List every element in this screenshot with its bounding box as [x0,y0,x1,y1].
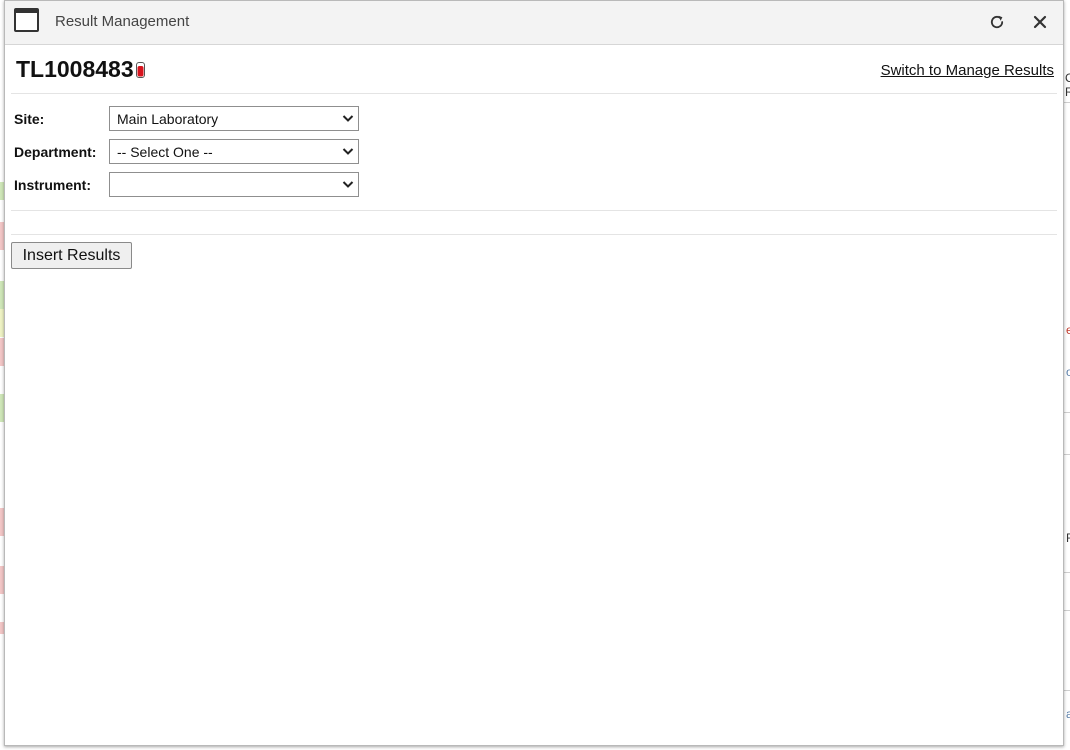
bg-text-fragment: o [1066,365,1070,379]
close-icon [1033,15,1047,29]
actions-divider [11,234,1057,235]
refresh-button[interactable] [986,11,1008,33]
chevron-down-icon [342,148,354,155]
site-select-value: Main Laboratory [117,111,219,127]
header-divider [11,93,1057,94]
instrument-label: Instrument: [14,177,91,193]
site-select[interactable]: Main Laboratory [109,106,359,131]
form-divider [11,210,1057,211]
bg-text-fragment: F [1066,531,1070,545]
bg-text-fragment: R [1065,85,1070,99]
instrument-select[interactable] [109,172,359,197]
switch-to-manage-results-link[interactable]: Switch to Manage Results [881,62,1054,79]
insert-results-button[interactable]: Insert Results [11,242,132,269]
refresh-icon [990,15,1004,29]
site-label: Site: [14,111,45,127]
department-select-value: -- Select One -- [117,144,213,160]
bg-divider [1064,102,1070,103]
bg-divider [1064,412,1070,413]
bg-divider [1064,690,1070,691]
bg-text-fragment: a [1066,707,1070,721]
result-management-dialog: Result Management TL1008483 Switch to Ma… [4,0,1064,746]
dialog-titlebar: Result Management [5,1,1063,45]
test-tube-icon [136,62,145,83]
bg-divider [1064,572,1070,573]
chevron-down-icon [342,115,354,122]
window-icon [14,8,39,32]
record-id: TL1008483 [16,56,134,82]
chevron-down-icon [342,181,354,188]
bg-text-fragment: C [1065,71,1070,85]
close-button[interactable] [1029,11,1051,33]
bg-divider [1064,610,1070,611]
department-label: Department: [14,144,97,160]
dialog-title: Result Management [55,13,190,30]
department-select[interactable]: -- Select One -- [109,139,359,164]
bg-divider [1064,454,1070,455]
bg-text-fragment: e [1066,323,1070,337]
